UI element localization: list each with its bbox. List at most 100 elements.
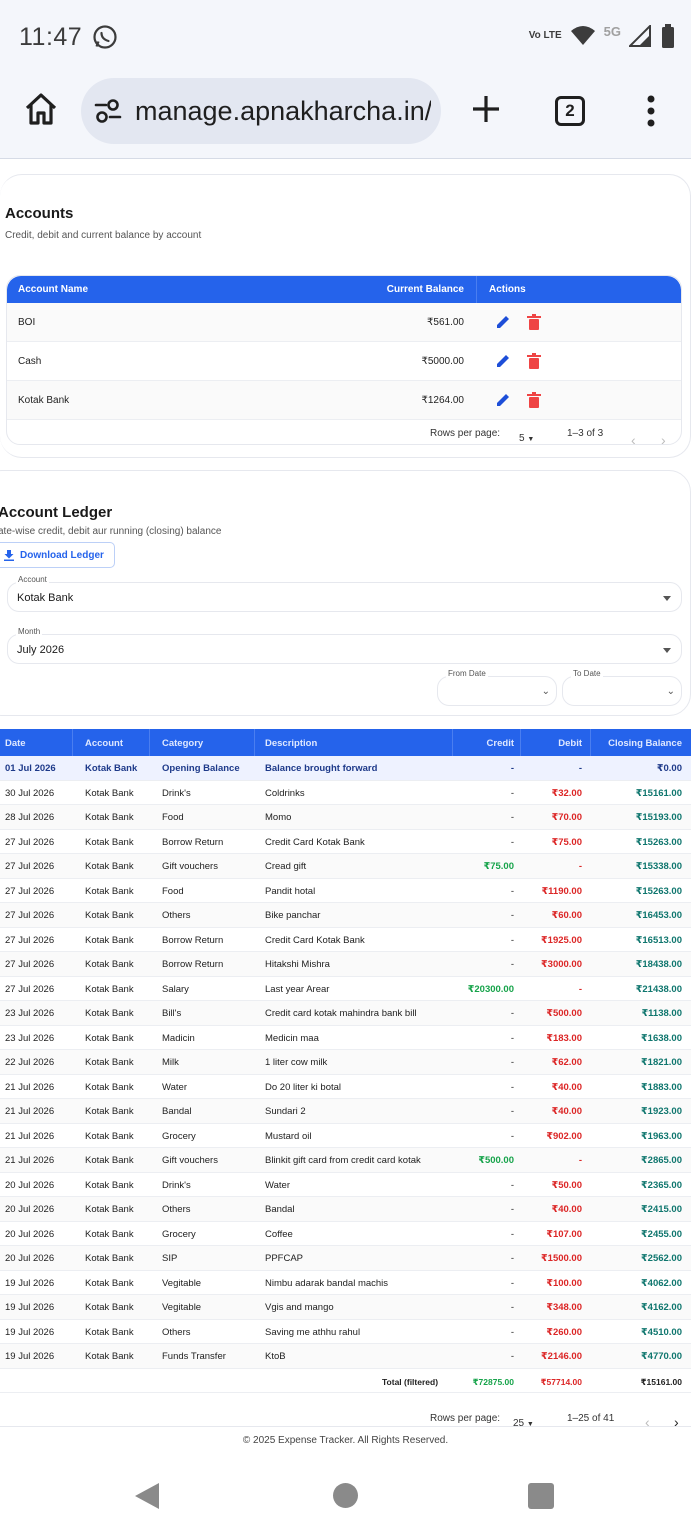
cell-credit: - [510, 812, 514, 823]
prev-page-icon[interactable]: ‹ [631, 432, 636, 444]
col-account-name[interactable]: Account Name [18, 284, 88, 295]
total-label: Total (filtered) [382, 1376, 439, 1387]
url-text[interactable]: manage.apnakharcha.in/ [135, 96, 431, 127]
cell-closing: ₹16513.00 [635, 934, 682, 946]
download-ledger-button[interactable]: Download Ledger [0, 542, 115, 568]
cell-description: Last year Arear [265, 983, 330, 995]
cell-credit: - [510, 1008, 514, 1019]
rows-per-page-select[interactable]: 5 ▼ [519, 433, 534, 444]
cell-closing: ₹2562.00 [641, 1253, 682, 1264]
rows-per-page-label: Rows per page: [430, 428, 501, 439]
col-current-balance[interactable]: Current Balance [387, 284, 464, 295]
cell-description: Hitakshi Mishra [265, 959, 330, 970]
col-date[interactable]: Date [5, 738, 26, 749]
account-name: BOI [18, 317, 36, 328]
col-description[interactable]: Description [265, 738, 317, 749]
copyright-text: © 2025 Expense Tracker. All Rights Reser… [242, 1435, 449, 1446]
table-row: 19 Jul 2026 Kotak Bank Vegitable Nimbu adar… [0, 1271, 691, 1295]
accounts-table: Account Name Current Balance Actions BOI… [6, 275, 682, 445]
accounts-card: Accounts Credit, debit and current balan… [0, 174, 691, 458]
cell-category: Borrow Return [162, 959, 224, 970]
table-row: 27 Jul 2026 Kotak Bank Food Pandit hotal - ₹1… [0, 879, 691, 903]
rows-per-page-value[interactable]: 25 [513, 1418, 524, 1429]
cell-debit: ₹50.00 [551, 1179, 582, 1191]
footer-divider [0, 1426, 691, 1427]
accounts-pagination: Rows per page: 5 ▼ 1–3 of 3 ‹ › [7, 420, 681, 444]
next-page-icon[interactable]: › [661, 432, 666, 444]
cell-category: Food [162, 885, 184, 897]
cell-account: Kotak Bank [85, 1253, 134, 1264]
col-category[interactable]: Category [162, 738, 203, 749]
cell-description: Nimbu adarak bandal machis [265, 1277, 389, 1289]
cell-credit: - [510, 959, 514, 970]
table-row: 19 Jul 2026 Kotak Bank Funds Transfer KtoB -… [0, 1344, 691, 1369]
cell-description: Balance brought forward [265, 763, 378, 774]
edit-icon[interactable] [496, 314, 511, 329]
accounts-title: Accounts [5, 205, 74, 222]
chevron-down-icon: ⌄ [666, 686, 675, 697]
ledger-table-header: Date Account Category Description Credit… [0, 729, 691, 756]
cell-closing: ₹1883.00 [641, 1081, 682, 1093]
cell-description: Bandal [265, 1204, 295, 1215]
home-icon[interactable] [24, 92, 58, 126]
cell-account: Kotak Bank [85, 983, 134, 995]
cell-closing: ₹4510.00 [641, 1326, 682, 1338]
status-bar: 11:47 Vo LTE 5G [0, 0, 691, 75]
recents-icon[interactable] [528, 1483, 554, 1509]
cell-description: Blinkit gift card from credit card kotak [265, 1155, 421, 1166]
tab-switcher-button[interactable]: 2 [555, 96, 585, 126]
cell-description: Credit Card Kotak Bank [265, 836, 365, 848]
next-page-icon[interactable]: › [674, 1414, 679, 1430]
month-select[interactable]: Month July 2026 [7, 627, 682, 664]
cell-account: Kotak Bank [85, 910, 134, 921]
col-account[interactable]: Account [85, 738, 123, 749]
cell-category: Borrow Return [162, 836, 224, 848]
cell-category: Drink's [162, 787, 191, 799]
cell-date: 20 Jul 2026 [5, 1253, 55, 1264]
table-row: 20 Jul 2026 Kotak Bank Others Bandal - ₹40.00… [0, 1197, 691, 1222]
cell-account: Kotak Bank [85, 812, 134, 823]
cell-credit: - [510, 763, 514, 774]
cell-account: Kotak Bank [85, 1008, 134, 1019]
cell-debit: - [578, 983, 582, 995]
rows-per-page-label: Rows per page: [430, 1413, 501, 1424]
back-icon[interactable] [134, 1482, 160, 1510]
cell-category: Borrow Return [162, 934, 224, 946]
table-row: BOI ₹561.00 [7, 303, 681, 342]
cell-credit: ₹20300.00 [467, 983, 514, 995]
prev-page-icon[interactable]: ‹ [645, 1414, 650, 1430]
edit-icon[interactable] [496, 392, 511, 407]
cell-account: Kotak Bank [85, 1032, 134, 1044]
cell-date: 21 Jul 2026 [5, 1155, 55, 1166]
chevron-down-icon: ⌄ [541, 686, 550, 697]
site-settings-icon[interactable] [94, 98, 122, 124]
cell-description: Coffee [265, 1228, 293, 1240]
cell-closing: ₹1638.00 [641, 1032, 682, 1044]
cell-category: Gift vouchers [162, 861, 218, 872]
delete-icon[interactable] [527, 353, 541, 369]
new-tab-icon[interactable] [470, 93, 502, 125]
whatsapp-icon [93, 25, 117, 49]
volte-indicator: Vo LTE [528, 30, 562, 41]
edit-icon[interactable] [496, 353, 511, 368]
cell-credit: ₹75.00 [483, 861, 514, 872]
home-circle-icon[interactable] [333, 1483, 358, 1508]
delete-icon[interactable] [527, 314, 541, 330]
cell-debit: ₹40.00 [551, 1081, 582, 1093]
account-select[interactable]: Account Kotak Bank [7, 575, 682, 612]
delete-icon[interactable] [527, 392, 541, 408]
col-debit[interactable]: Debit [558, 738, 582, 749]
rows-per-page-select[interactable]: 25 ▼ [513, 1418, 534, 1429]
from-date-field[interactable]: From Date ⌄ [437, 669, 557, 706]
col-credit[interactable]: Credit [487, 738, 514, 749]
signal-icon [629, 25, 651, 47]
rows-per-page-value[interactable]: 5 [519, 433, 525, 444]
to-date-field[interactable]: To Date ⌄ [562, 669, 682, 706]
table-row: 27 Jul 2026 Kotak Bank Gift vouchers Cread … [0, 854, 691, 879]
more-menu-icon[interactable] [645, 95, 657, 127]
address-bar[interactable]: manage.apnakharcha.in/ [81, 78, 441, 144]
col-closing-balance[interactable]: Closing Balance [608, 738, 682, 749]
cell-debit: ₹500.00 [546, 1008, 582, 1019]
cell-description: Credit card kotak mahindra bank bill [265, 1008, 417, 1019]
cell-account: Kotak Bank [85, 885, 134, 897]
